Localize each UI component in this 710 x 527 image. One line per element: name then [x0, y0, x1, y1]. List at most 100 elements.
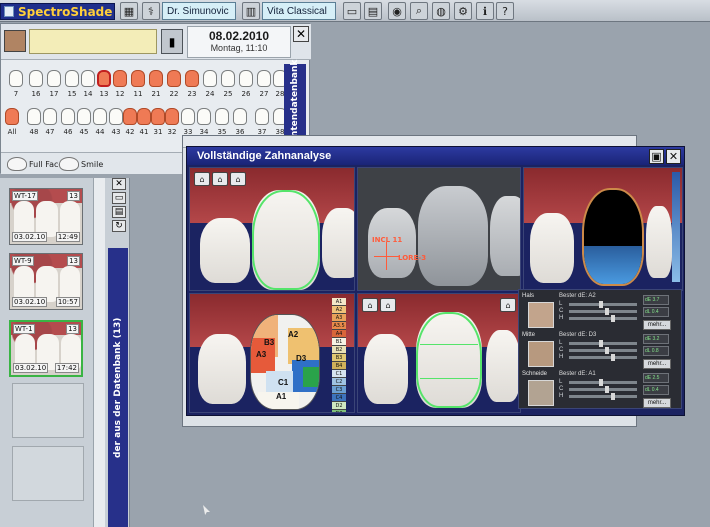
zone-view[interactable]: ⌂ ⌂ ⌂ [357, 293, 521, 413]
copy-icon[interactable]: ▤ [112, 206, 126, 218]
zoom-icon[interactable]: ⌕ [410, 2, 428, 20]
patient-header: ▮ 08.02.2010 Montag, 11:10 ✕ [1, 24, 311, 60]
tooth-zoom-icon[interactable]: ⌂ [230, 172, 246, 186]
tooth-17[interactable] [47, 70, 61, 87]
refresh-icon[interactable]: ↻ [112, 220, 126, 232]
teeth-icon[interactable]: ▥ [242, 2, 260, 20]
lch-slider[interactable] [569, 301, 637, 308]
grayscale-view[interactable]: INCL 11 LORE-3 [357, 167, 521, 291]
translucency-view[interactable] [523, 167, 683, 291]
tooth-compare-icon[interactable]: ⌂ [212, 172, 228, 186]
lch-slider[interactable] [569, 393, 637, 400]
image-thumbnail[interactable]: WT-1 13 03.02.10 17:42 [9, 320, 83, 377]
delta-e-value: dE 3.2 [643, 334, 669, 344]
tooth-23[interactable] [185, 70, 199, 87]
shade-region-label: B3 [264, 338, 275, 347]
zone-name: Hals [522, 293, 535, 299]
lch-slider[interactable] [569, 340, 637, 347]
tooth-13[interactable] [97, 70, 111, 87]
tooth-35[interactable] [215, 108, 229, 125]
tooth-41[interactable] [137, 108, 151, 125]
lch-slider[interactable] [569, 315, 637, 322]
lch-slider[interactable] [569, 347, 637, 354]
zone-view-icon[interactable]: ⌂ [362, 298, 378, 312]
lch-slider[interactable] [569, 308, 637, 315]
full-face-button[interactable]: Full Face [7, 156, 63, 172]
zone-edit-icon[interactable]: ⌂ [380, 298, 396, 312]
tooth-outline [416, 312, 482, 408]
tooth-46[interactable] [61, 108, 75, 125]
tooth-44[interactable] [93, 108, 107, 125]
shade-map-view[interactable]: A2 B3 A3 D3 C1 A1 A1 A2 A3 A3.5 A4 B1 B2 B3 B4 C1… [189, 293, 355, 413]
tooth-number: 17 [49, 90, 59, 98]
tooth-21[interactable] [149, 70, 163, 87]
thumbnail-tooth-number: 13 [66, 324, 79, 334]
patient-avatar[interactable] [4, 30, 26, 52]
tooth-27[interactable] [257, 70, 271, 87]
tooth-36[interactable] [233, 108, 247, 125]
image-thumbnail[interactable]: WT-17 13 03.02.10 12:49 [9, 188, 83, 245]
image-thumbnail[interactable]: WT-9 13 03.02.10 10:57 [9, 253, 83, 310]
book-icon[interactable]: ▮ [161, 29, 183, 54]
page-icon[interactable]: ▭ [112, 192, 126, 204]
camera-icon[interactable]: ◉ [388, 2, 406, 20]
info-icon[interactable]: ℹ [476, 2, 494, 20]
legend-item: D2 [332, 402, 346, 410]
tooth-16[interactable] [29, 70, 43, 87]
folder-icon[interactable]: ▭ [343, 2, 361, 20]
tooth-33[interactable] [181, 108, 195, 125]
tooth-43[interactable] [109, 108, 123, 125]
print-icon[interactable]: ▣ [649, 149, 664, 164]
help-icon[interactable]: ? [496, 2, 514, 20]
tooth-48[interactable] [27, 108, 41, 125]
tooth-7[interactable] [9, 70, 23, 87]
lch-slider[interactable] [569, 386, 637, 393]
page-icon[interactable]: ▤ [364, 2, 382, 20]
tooth-26[interactable] [239, 70, 253, 87]
lch-slider[interactable] [569, 354, 637, 361]
tooth-47[interactable] [43, 108, 57, 125]
more-button[interactable]: mehr... [643, 398, 671, 408]
tooth-24[interactable] [203, 70, 217, 87]
tooth-11[interactable] [131, 70, 145, 87]
settings-icon[interactable]: ⚙ [454, 2, 472, 20]
tooth-All[interactable] [5, 108, 19, 125]
tooth-15[interactable] [65, 70, 79, 87]
lch-slider[interactable] [569, 379, 637, 386]
tooth-number: 48 [29, 128, 39, 136]
scrollbar[interactable] [93, 178, 105, 527]
tooth-42[interactable] [123, 108, 137, 125]
tooth-14[interactable] [81, 70, 95, 87]
document-icon[interactable]: ▦ [120, 2, 138, 20]
tooth-12[interactable] [113, 70, 127, 87]
tooth-34[interactable] [197, 108, 211, 125]
tooth-31[interactable] [151, 108, 165, 125]
tooth-22[interactable] [167, 70, 181, 87]
tooth-25[interactable] [221, 70, 235, 87]
more-button[interactable]: mehr... [643, 359, 671, 369]
lch-label: L [559, 340, 563, 346]
globe-icon[interactable]: ◍ [432, 2, 450, 20]
smile-button[interactable]: Smile [59, 156, 103, 172]
shade-guide-field[interactable]: Vita Classical [262, 2, 336, 20]
outlined-photo-view[interactable]: ⌂ ⌂ ⌂ [189, 167, 355, 291]
tooth-view-icon[interactable]: ⌂ [194, 172, 210, 186]
thumbnail-slot-empty[interactable] [12, 446, 84, 501]
zone-toggle-icon[interactable]: ⌂ [500, 298, 516, 312]
zone-result-hals: Hals Bester dE: A2 L C HdE 3.7 dL 0.4 mehr... [521, 293, 681, 331]
close-icon[interactable]: ✕ [666, 149, 681, 164]
lch-label: H [559, 393, 564, 399]
close-icon[interactable]: ✕ [293, 26, 309, 42]
doctor-icon[interactable]: ⚕ [142, 2, 160, 20]
more-button[interactable]: mehr... [643, 320, 671, 330]
close-icon[interactable]: ✕ [112, 178, 126, 190]
tooth-45[interactable] [77, 108, 91, 125]
patient-name-field[interactable] [29, 29, 157, 54]
doctor-field[interactable]: Dr. Simunovic [162, 2, 236, 20]
legend-item: B4 [332, 362, 346, 370]
tooth-32[interactable] [165, 108, 179, 125]
panel-tools: ✕ ▭ ▤ ↻ [112, 178, 128, 238]
thumbnail-slot-empty[interactable] [12, 383, 84, 438]
tooth-37[interactable] [255, 108, 269, 125]
image-database-tab[interactable]: der aus der Datenbank (13) [108, 248, 128, 527]
